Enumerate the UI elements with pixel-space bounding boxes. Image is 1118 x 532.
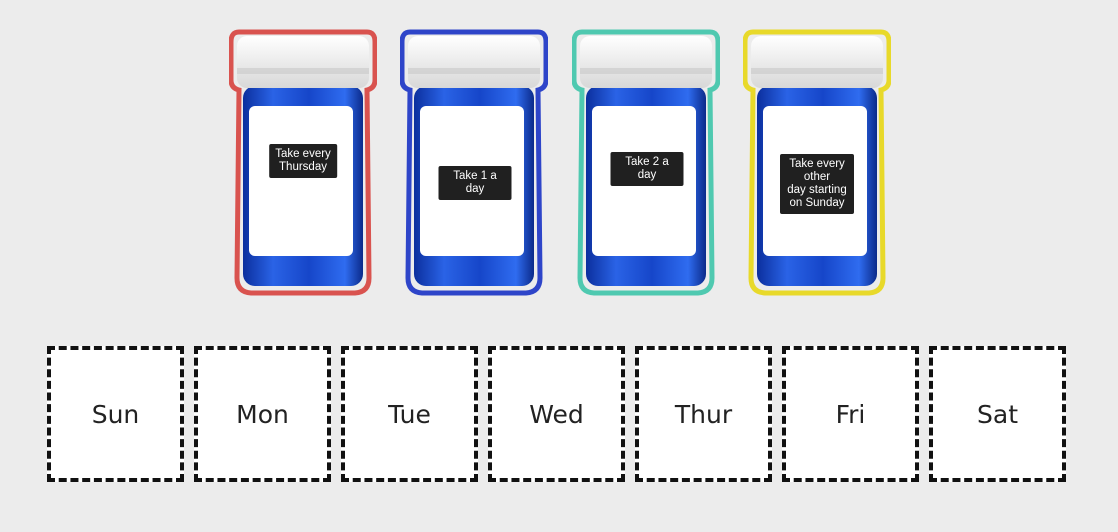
day-slot-wed[interactable]: Wed [488, 346, 625, 482]
day-slot-tue[interactable]: Tue [341, 346, 478, 482]
bottle-instruction-label[interactable]: Take every other day starting on Sunday [780, 154, 854, 214]
day-slot-fri[interactable]: Fri [782, 346, 919, 482]
pill-bottle-thursday[interactable]: Take every Thursday [229, 28, 377, 296]
pill-bottle-one-a-day[interactable]: Take 1 a day [400, 28, 548, 296]
bottle-instruction-label[interactable]: Take every Thursday [269, 144, 337, 178]
day-slot-thur[interactable]: Thur [635, 346, 772, 482]
day-drop-zones: Sun Mon Tue Wed Thur Fri Sat [47, 346, 1066, 482]
pill-bottle-two-a-day[interactable]: Take 2 a day [572, 28, 720, 296]
day-slot-mon[interactable]: Mon [194, 346, 331, 482]
bottle-instruction-label[interactable]: Take 2 a day [610, 152, 684, 186]
day-slot-sat[interactable]: Sat [929, 346, 1066, 482]
day-slot-sun[interactable]: Sun [47, 346, 184, 482]
bottle-instruction-label[interactable]: Take 1 a day [438, 166, 512, 200]
pill-bottle-every-other-day[interactable]: Take every other day starting on Sunday [743, 28, 891, 296]
pill-bottle-icon [400, 29, 548, 296]
